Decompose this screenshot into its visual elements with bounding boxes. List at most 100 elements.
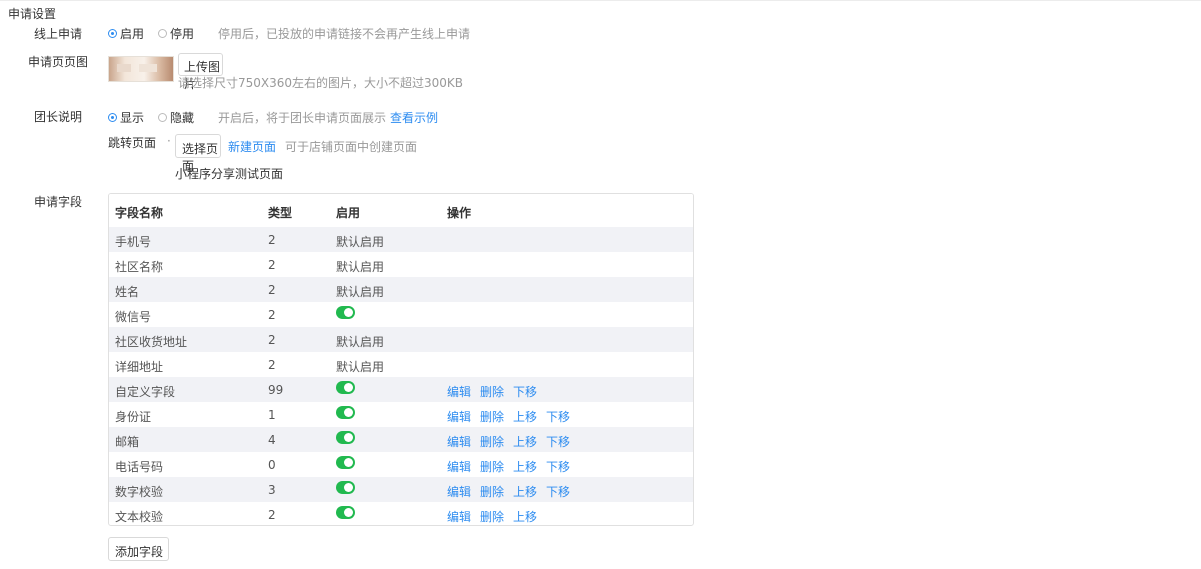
enable-toggle[interactable] [336,306,355,319]
radio-label: 启用 [120,27,145,41]
action-link[interactable]: 删除 [480,385,504,399]
leader-desc-show-radio[interactable]: 显示 [108,109,144,126]
action-link[interactable]: 上移 [513,460,537,474]
action-link[interactable]: 下移 [546,460,570,474]
leader-desc-label: 团长说明 [34,110,83,124]
field-name-cell: 文本校验 [115,510,164,524]
action-link[interactable]: 下移 [546,410,570,424]
table-row: 微信号 2 [109,302,693,327]
field-type-cell: 99 [268,383,284,397]
action-link[interactable]: 删除 [480,510,504,524]
action-link[interactable]: 编辑 [447,385,471,399]
field-type-cell: 3 [268,483,276,497]
enable-toggle[interactable] [336,481,355,494]
jump-page-hint: 可于店铺页面中创建页面 [285,140,418,154]
field-name-cell: 身份证 [115,410,152,424]
field-type-cell: 2 [268,333,276,347]
enable-toggle[interactable] [336,506,355,519]
online-apply-label: 线上申请 [34,27,83,41]
field-type-cell: 2 [268,258,276,272]
table-row: 数字校验 3 编辑 删除 上移 下移 [109,477,693,502]
table-row: 身份证 1 编辑 删除 上移 下移 [109,402,693,427]
row-actions: 编辑 删除 上移 下移 [447,433,579,450]
table-row: 社区收货地址 2 默认启用 [109,327,693,352]
field-name-cell: 数字校验 [115,485,164,499]
field-type-cell: 2 [268,508,276,522]
leader-desc-hint: 开启后，将于团长申请页面展示 [218,111,387,125]
online-apply-hint: 停用后，已投放的申请链接不会再产生线上申请 [218,27,471,41]
online-apply-enable-radio[interactable]: 启用 [108,25,144,42]
field-type-cell: 2 [268,308,276,322]
action-link[interactable]: 编辑 [447,485,471,499]
leader-desc-hide-radio[interactable]: 隐藏 [158,109,194,126]
field-type-cell: 2 [268,358,276,372]
action-link[interactable]: 上移 [513,510,537,524]
action-link[interactable]: 下移 [513,385,537,399]
row-actions: 编辑 删除 上移 下移 [447,483,579,500]
radio-unchecked-icon [158,29,167,38]
add-field-button[interactable]: 添加字段 [108,537,169,561]
action-link[interactable]: 删除 [480,435,504,449]
top-divider [0,0,1201,1]
new-page-link[interactable]: 新建页面 [228,138,276,155]
field-name-cell: 社区收货地址 [115,335,188,349]
fields-label: 申请字段 [34,195,83,209]
action-link[interactable]: 编辑 [447,410,471,424]
table-row: 邮箱 4 编辑 删除 上移 下移 [109,427,693,452]
radio-checked-icon [108,29,117,38]
field-type-cell: 0 [268,458,276,472]
action-link[interactable]: 下移 [546,435,570,449]
radio-label: 停用 [170,27,195,41]
field-name-cell: 详细地址 [115,360,164,374]
action-link[interactable]: 上移 [513,410,537,424]
table-row: 详细地址 2 默认启用 [109,352,693,377]
header-field-name: 字段名称 [115,206,164,220]
field-name-cell: 社区名称 [115,260,164,274]
enable-toggle[interactable] [336,431,355,444]
action-link[interactable]: 删除 [480,460,504,474]
default-enabled-text: 默认启用 [336,335,385,349]
field-name-cell: 手机号 [115,235,152,249]
selected-page-name: 小程序分享测试页面 [175,167,284,181]
field-name-cell: 微信号 [115,310,152,324]
field-type-cell: 2 [268,233,276,247]
radio-label: 隐藏 [170,111,195,125]
field-type-cell: 1 [268,408,276,422]
action-link[interactable]: 编辑 [447,510,471,524]
select-page-button[interactable]: 选择页面 [175,134,221,173]
row-actions: 编辑 删除 上移 下移 [447,458,579,475]
row-actions: 编辑 删除 上移 下移 [447,408,579,425]
table-row: 社区名称 2 默认启用 [109,252,693,277]
header-enabled: 启用 [336,206,361,220]
action-link[interactable]: 编辑 [447,435,471,449]
action-link[interactable]: 下移 [546,485,570,499]
row-actions: 编辑 删除 上移 [447,508,546,525]
radio-checked-icon [108,113,117,122]
action-link[interactable]: 编辑 [447,460,471,474]
field-name-cell: 自定义字段 [115,385,176,399]
enable-toggle[interactable] [336,406,355,419]
apply-image-label: 申请页页图 [28,55,89,69]
online-apply-disable-radio[interactable]: 停用 [158,25,194,42]
enable-toggle[interactable] [336,381,355,394]
upload-image-button[interactable]: 上传图片 [178,53,223,91]
action-link[interactable]: 删除 [480,485,504,499]
required-mark: · [167,134,171,148]
table-row: 手机号 2 默认启用 [109,227,693,252]
enable-toggle[interactable] [336,456,355,469]
fields-table: 字段名称 类型 启用 操作 手机号 2 默认启用 社区名称 2 默认启用 姓名 2 默认启用 微信… [108,193,694,526]
action-link[interactable]: 删除 [480,410,504,424]
default-enabled-text: 默认启用 [336,285,385,299]
table-row: 自定义字段 99 编辑 删除 下移 [109,377,693,402]
table-body: 手机号 2 默认启用 社区名称 2 默认启用 姓名 2 默认启用 微信号 2 社区收货地址 2 默认启用详… [109,227,693,525]
action-link[interactable]: 上移 [513,435,537,449]
view-example-link[interactable]: 查看示例 [390,109,438,126]
radio-label: 显示 [120,111,145,125]
default-enabled-text: 默认启用 [336,235,385,249]
row-actions: 编辑 删除 下移 [447,383,546,400]
action-link[interactable]: 上移 [513,485,537,499]
table-row: 电话号码 0 编辑 删除 上移 下移 [109,452,693,477]
table-row: 文本校验 2 编辑 删除 上移 [109,502,693,525]
field-type-cell: 2 [268,283,276,297]
table-row: 姓名 2 默认启用 [109,277,693,302]
